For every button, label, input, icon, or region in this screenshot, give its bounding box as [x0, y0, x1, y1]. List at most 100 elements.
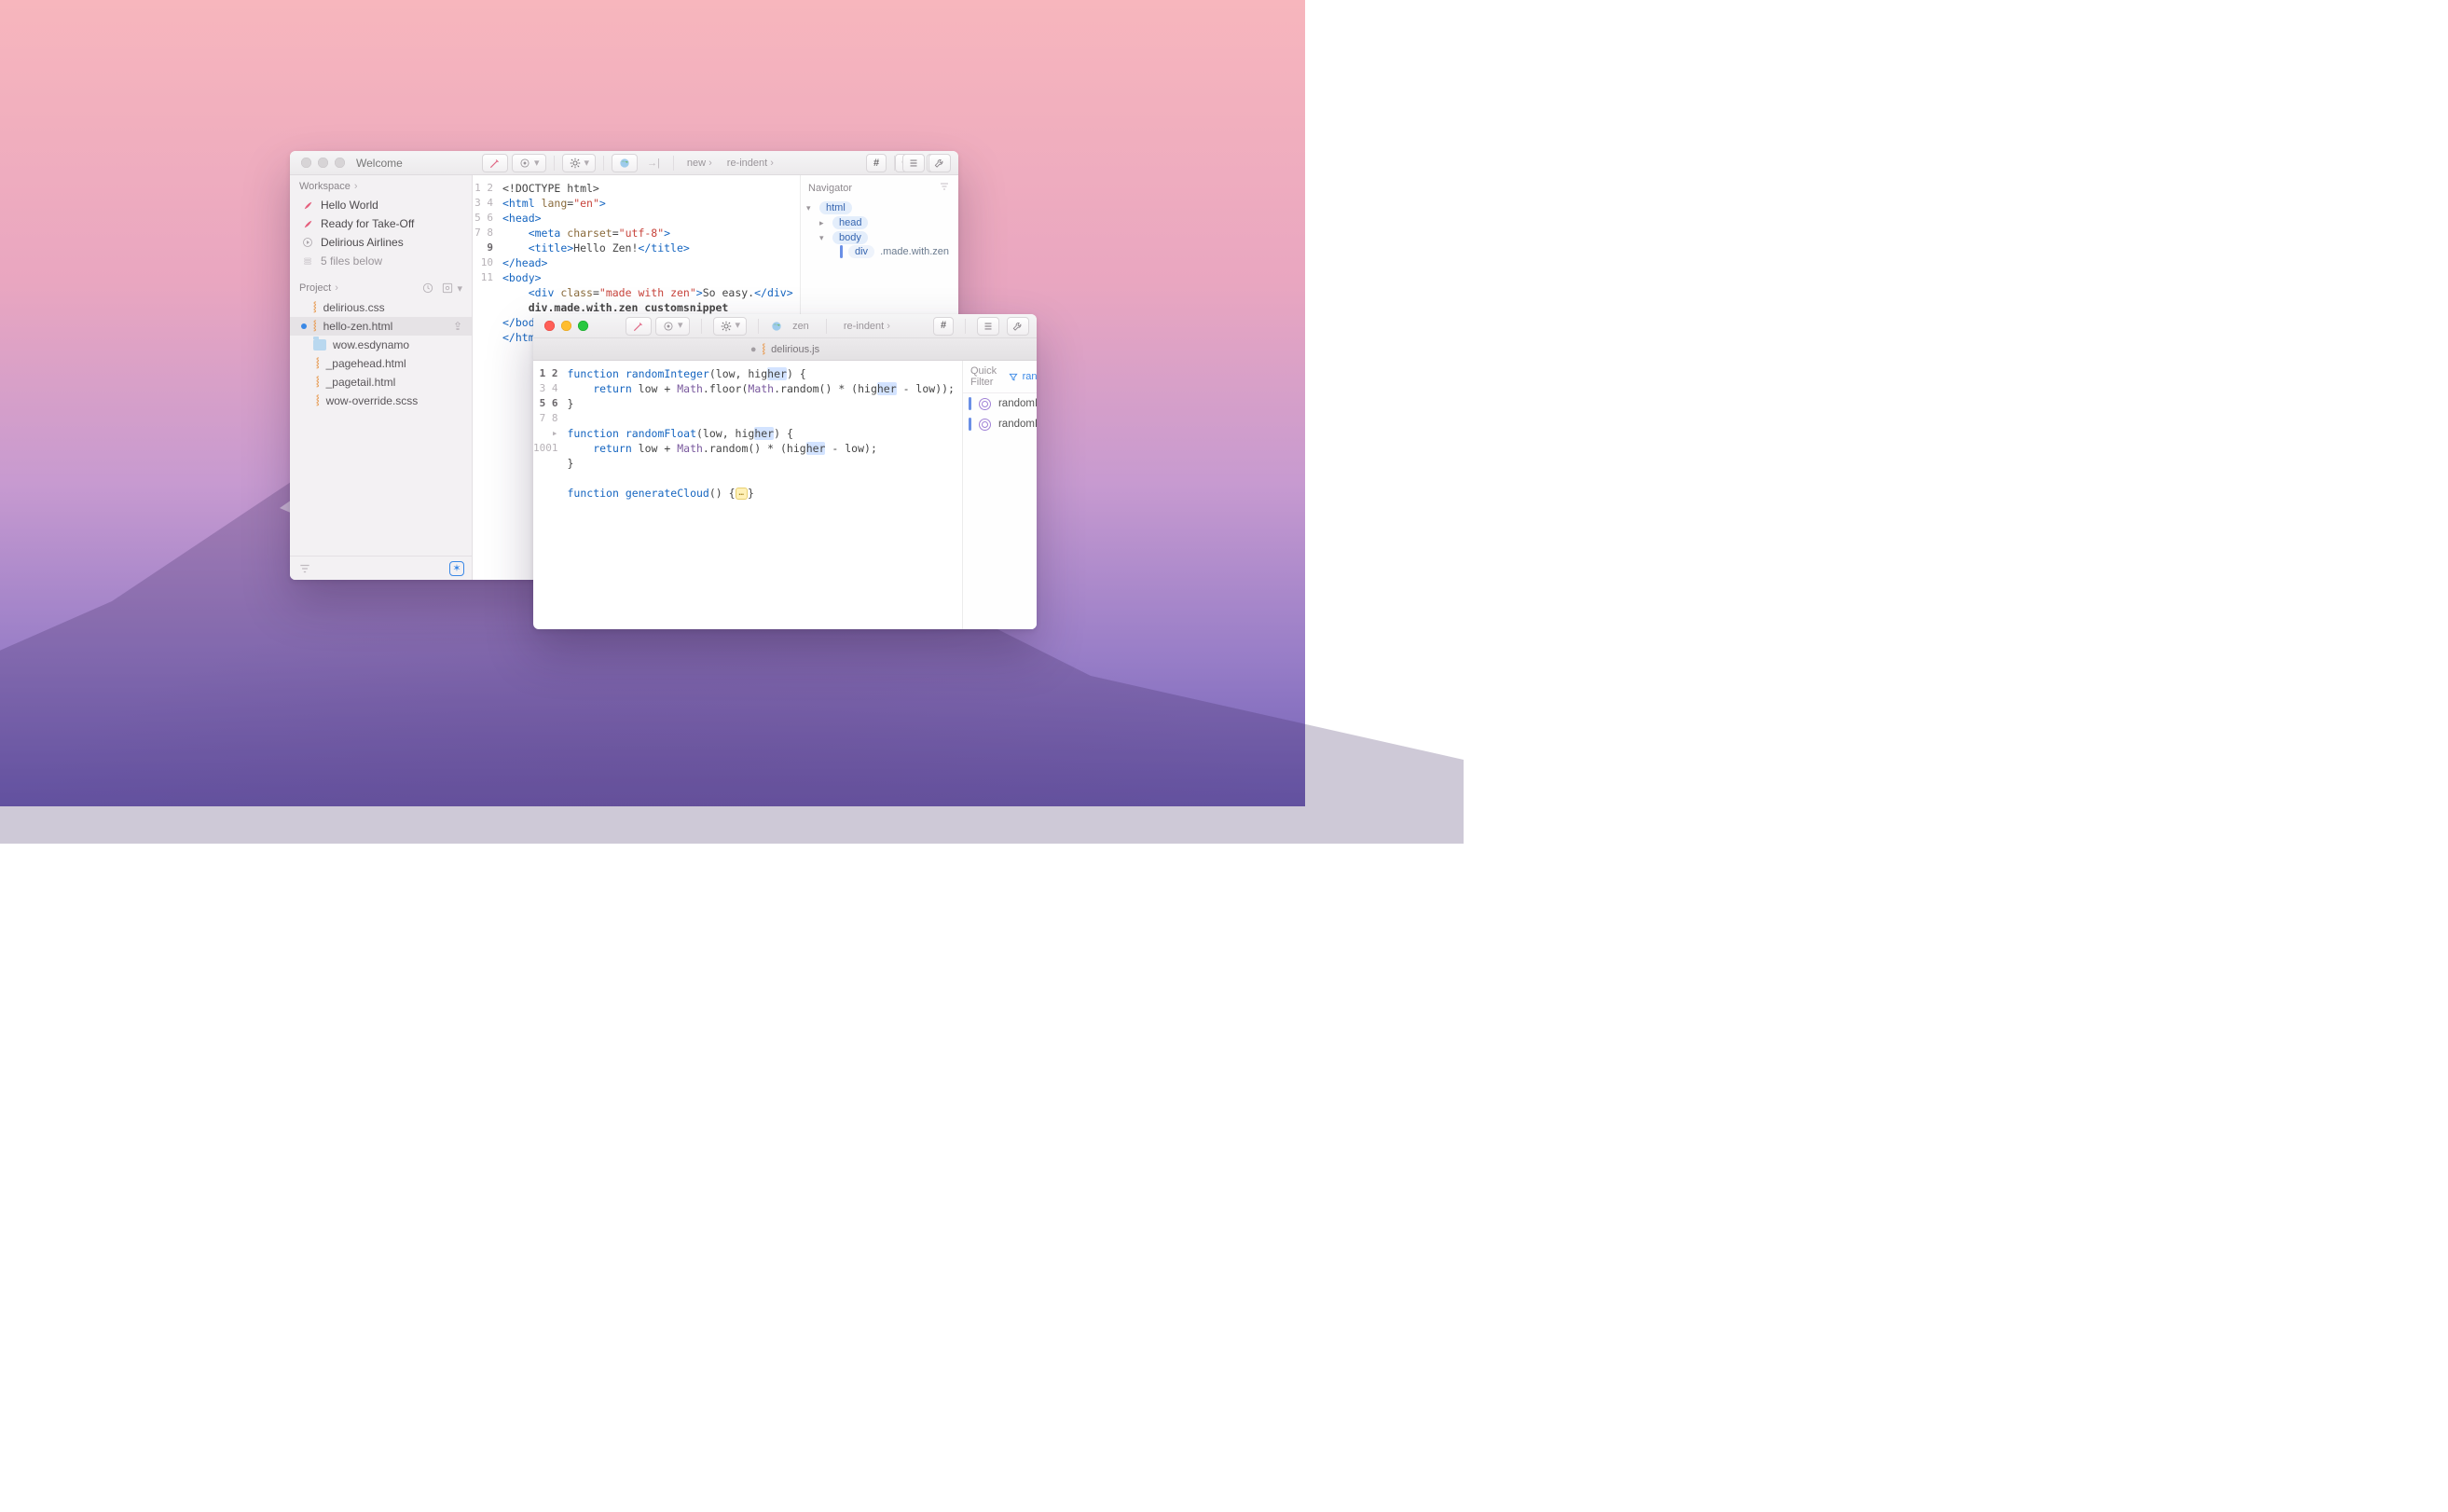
jump-button[interactable]: ✶: [449, 561, 464, 576]
tab-close-icon[interactable]: ●: [750, 344, 757, 355]
target-button[interactable]: ▾: [655, 317, 690, 336]
wrench-toggle[interactable]: [1007, 317, 1029, 336]
tab-title: delirious.js: [771, 344, 819, 355]
nav-path: .made.with.zen: [880, 246, 949, 257]
file-row[interactable]: ⸾ delirious.css: [290, 298, 472, 317]
fold-pill[interactable]: …: [736, 488, 748, 500]
folder-row[interactable]: wow.esdynamo: [290, 336, 472, 354]
globe-icon: [618, 157, 631, 170]
quick-filter-value[interactable]: random: [1008, 371, 1037, 382]
folder-icon: [313, 339, 326, 351]
workspace-header-label: Workspace: [299, 181, 351, 192]
sidebar-footer: ✶: [290, 556, 472, 580]
code-area[interactable]: function randomInteger(low, higher) { re…: [564, 361, 962, 629]
globe-button[interactable]: [612, 154, 638, 172]
sidebar: Workspace› Hello World Ready for Take-Of…: [290, 175, 473, 580]
symbol-name: randomInteger: [998, 398, 1037, 409]
filter-icon: [1008, 372, 1019, 382]
scan-icon[interactable]: [440, 282, 455, 295]
workspace-header[interactable]: Workspace›: [290, 175, 472, 196]
nav-leaf[interactable]: div .made.with.zen: [806, 245, 953, 258]
target-icon: [662, 320, 675, 333]
symbol-name: randomFloat: [998, 419, 1037, 430]
files-below[interactable]: 5 files below: [290, 252, 472, 270]
nav-tag-div: div: [848, 245, 874, 258]
project-header-label: Project: [299, 282, 331, 294]
quick-filter-row[interactable]: Quick Filter random ✕: [963, 361, 1037, 393]
zoom-dot-dim[interactable]: [335, 158, 345, 168]
workspace-item[interactable]: Ready for Take-Off: [290, 214, 472, 233]
symbol-row[interactable]: randomFloat: [963, 414, 1037, 434]
file-name: wow-override.scss: [326, 394, 419, 407]
traffic-lights[interactable]: [544, 321, 588, 331]
wand-button[interactable]: [482, 154, 508, 172]
symbol-row[interactable]: randomInteger: [963, 393, 1037, 414]
upload-icon: ⇪: [453, 320, 462, 333]
gear-button[interactable]: ▾: [713, 317, 748, 336]
traffic-lights-dim[interactable]: [301, 158, 345, 168]
wand-button[interactable]: [626, 317, 652, 336]
file-icon: ⸾: [313, 303, 317, 312]
file-row[interactable]: ⸾ wow-override.scss: [290, 392, 472, 410]
quick-filter-label: Quick Filter: [970, 365, 1002, 388]
zoom-dot[interactable]: [578, 321, 588, 331]
files-below-label: 5 files below: [321, 254, 382, 268]
gear-icon: [720, 320, 733, 333]
target-button[interactable]: ▾: [512, 154, 546, 172]
tab-bar[interactable]: ● ⸾ delirious.js: [533, 338, 1037, 361]
minimize-dot-dim[interactable]: [318, 158, 328, 168]
nav-tag-head[interactable]: head: [832, 216, 868, 229]
navigator-tree[interactable]: html head body div .made.with.zen: [801, 199, 958, 264]
navigator-title: Navigator: [808, 183, 852, 194]
project-header[interactable]: Project› ▾: [290, 276, 472, 298]
workspace-item[interactable]: Delirious Airlines: [290, 233, 472, 252]
file-icon: ⸾: [313, 322, 317, 331]
line-gutter: 1 2 3 4 5 6 7 8 9 10 11: [473, 175, 499, 580]
close-dot[interactable]: [544, 321, 555, 331]
workspace-item-label: Hello World: [321, 199, 378, 212]
modified-dot-icon: [301, 323, 307, 329]
editor-window-front[interactable]: ▾ ▾ zen re-indent: [533, 314, 1037, 629]
hash-button[interactable]: [866, 154, 887, 172]
front-titlebar[interactable]: ▾ ▾ zen re-indent: [533, 314, 1037, 338]
wand-icon: [632, 320, 645, 333]
filter-icon[interactable]: [297, 562, 312, 575]
globe-icon[interactable]: [770, 320, 783, 333]
new-menu[interactable]: new: [681, 158, 718, 169]
wrench-toggle[interactable]: [928, 154, 951, 172]
close-dot-dim[interactable]: [301, 158, 311, 168]
nav-tag-html[interactable]: html: [819, 201, 852, 214]
wand-icon: [488, 157, 502, 170]
symbol-navigator: Quick Filter random ✕ randomInteger rand…: [962, 361, 1037, 629]
file-name: _pagehead.html: [326, 357, 406, 370]
filter-icon[interactable]: [938, 181, 951, 195]
back-titlebar[interactable]: Welcome ▾ ▾: [290, 151, 958, 175]
file-list: ⸾ delirious.css ⸾ hello-zen.html ⇪ wow.e…: [290, 298, 472, 556]
reindent-menu[interactable]: re-indent: [838, 321, 896, 332]
hash-button[interactable]: [933, 317, 954, 336]
rocket-icon: [301, 199, 314, 212]
wrench-icon: [933, 157, 946, 170]
file-row-selected[interactable]: ⸾ hello-zen.html ⇪: [290, 317, 472, 336]
file-row[interactable]: ⸾ _pagehead.html: [290, 354, 472, 373]
list-icon: [907, 157, 920, 170]
wrench-icon: [1011, 320, 1025, 333]
reindent-menu[interactable]: re-indent: [722, 158, 779, 169]
history-icon[interactable]: [421, 282, 434, 295]
gear-button[interactable]: ▾: [562, 154, 597, 172]
file-row[interactable]: ⸾ _pagetail.html: [290, 373, 472, 392]
workspace-item[interactable]: Hello World: [290, 196, 472, 214]
file-type-icon: ⸾: [763, 345, 766, 354]
nav-tag-body[interactable]: body: [832, 231, 868, 244]
file-name: delirious.css: [323, 301, 385, 314]
goto-arrow[interactable]: →|: [641, 158, 666, 169]
list-toggle[interactable]: [977, 317, 999, 336]
minimize-dot[interactable]: [561, 321, 571, 331]
window-title: Welcome: [356, 157, 403, 170]
file-icon: ⸾: [316, 396, 320, 405]
workspace-item-label: Delirious Airlines: [321, 236, 404, 249]
list-toggle[interactable]: [902, 154, 925, 172]
list-icon: [982, 320, 995, 333]
rocket-icon: [301, 217, 314, 230]
zen-label[interactable]: zen: [787, 321, 815, 332]
